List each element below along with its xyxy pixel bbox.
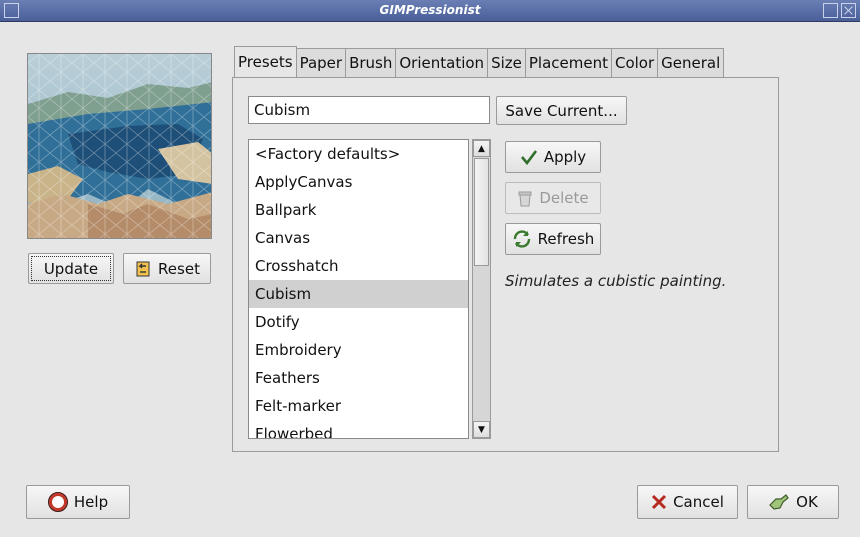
close-icon[interactable] [841,3,856,18]
save-current-button[interactable]: Save Current... [496,96,627,125]
ok-label: OK [796,493,818,511]
tab-paper[interactable]: Paper [295,48,347,77]
apply-label: Apply [543,148,587,166]
tab-brush[interactable]: Brush [345,48,397,77]
scroll-up-arrow-icon[interactable]: ▲ [473,140,490,157]
list-item[interactable]: Dotify [249,308,468,336]
tab-bar: Presets Paper Brush Orientation Size Pla… [234,46,725,78]
lifebuoy-icon [47,492,68,512]
cancel-button[interactable]: Cancel [637,485,738,519]
list-item[interactable]: Canvas [249,224,468,252]
list-item[interactable]: <Factory defaults> [249,140,468,168]
help-button[interactable]: Help [26,485,130,519]
maximize-icon[interactable] [823,3,838,18]
preset-name-field[interactable]: Cubism [248,96,490,124]
ok-button[interactable]: OK [747,485,839,519]
list-item[interactable]: Crosshatch [249,252,468,280]
window-title: GIMPressionist [379,3,481,17]
save-current-label: Save Current... [505,101,618,120]
scroll-down-arrow-icon[interactable]: ▼ [473,421,490,438]
checkmark-icon [520,149,538,165]
cancel-label: Cancel [673,493,724,511]
trash-icon [517,189,533,207]
update-button[interactable]: Update [28,253,114,284]
refresh-label: Refresh [537,230,595,248]
reset-label: Reset [158,259,200,278]
preset-description: Simulates a cubistic painting. [505,272,727,290]
refresh-button[interactable]: Refresh [505,223,601,255]
tab-presets[interactable]: Presets [234,46,297,77]
reset-button[interactable]: Reset [123,253,211,284]
preview-image [27,53,212,239]
list-item-selected[interactable]: Cubism [249,280,468,308]
list-item[interactable]: Felt-marker [249,392,468,420]
ok-hand-icon [768,493,790,511]
delete-label: Delete [539,189,589,207]
cancel-x-icon [651,494,667,510]
title-bar: GIMPressionist [0,0,860,22]
preset-list[interactable]: <Factory defaults> ApplyCanvas Ballpark … [248,139,469,439]
tab-color[interactable]: Color [610,48,659,77]
list-item[interactable]: Feathers [249,364,468,392]
update-label: Update [43,259,99,278]
list-item[interactable]: Ballpark [249,196,468,224]
tab-general[interactable]: General [657,48,725,77]
list-item[interactable]: ApplyCanvas [249,168,468,196]
tab-placement[interactable]: Placement [524,48,612,77]
list-item[interactable]: Flowerbed [249,420,468,438]
help-label: Help [73,493,109,511]
apply-button[interactable]: Apply [505,141,601,173]
scrollbar-thumb[interactable] [474,158,489,266]
refresh-icon [512,230,532,248]
delete-button[interactable]: Delete [505,182,601,214]
tab-size[interactable]: Size [487,48,526,77]
preset-list-scrollbar[interactable]: ▲ ▼ [472,139,491,439]
reset-icon [134,260,152,278]
list-item[interactable]: Embroidery [249,336,468,364]
tab-orientation[interactable]: Orientation [395,48,489,77]
